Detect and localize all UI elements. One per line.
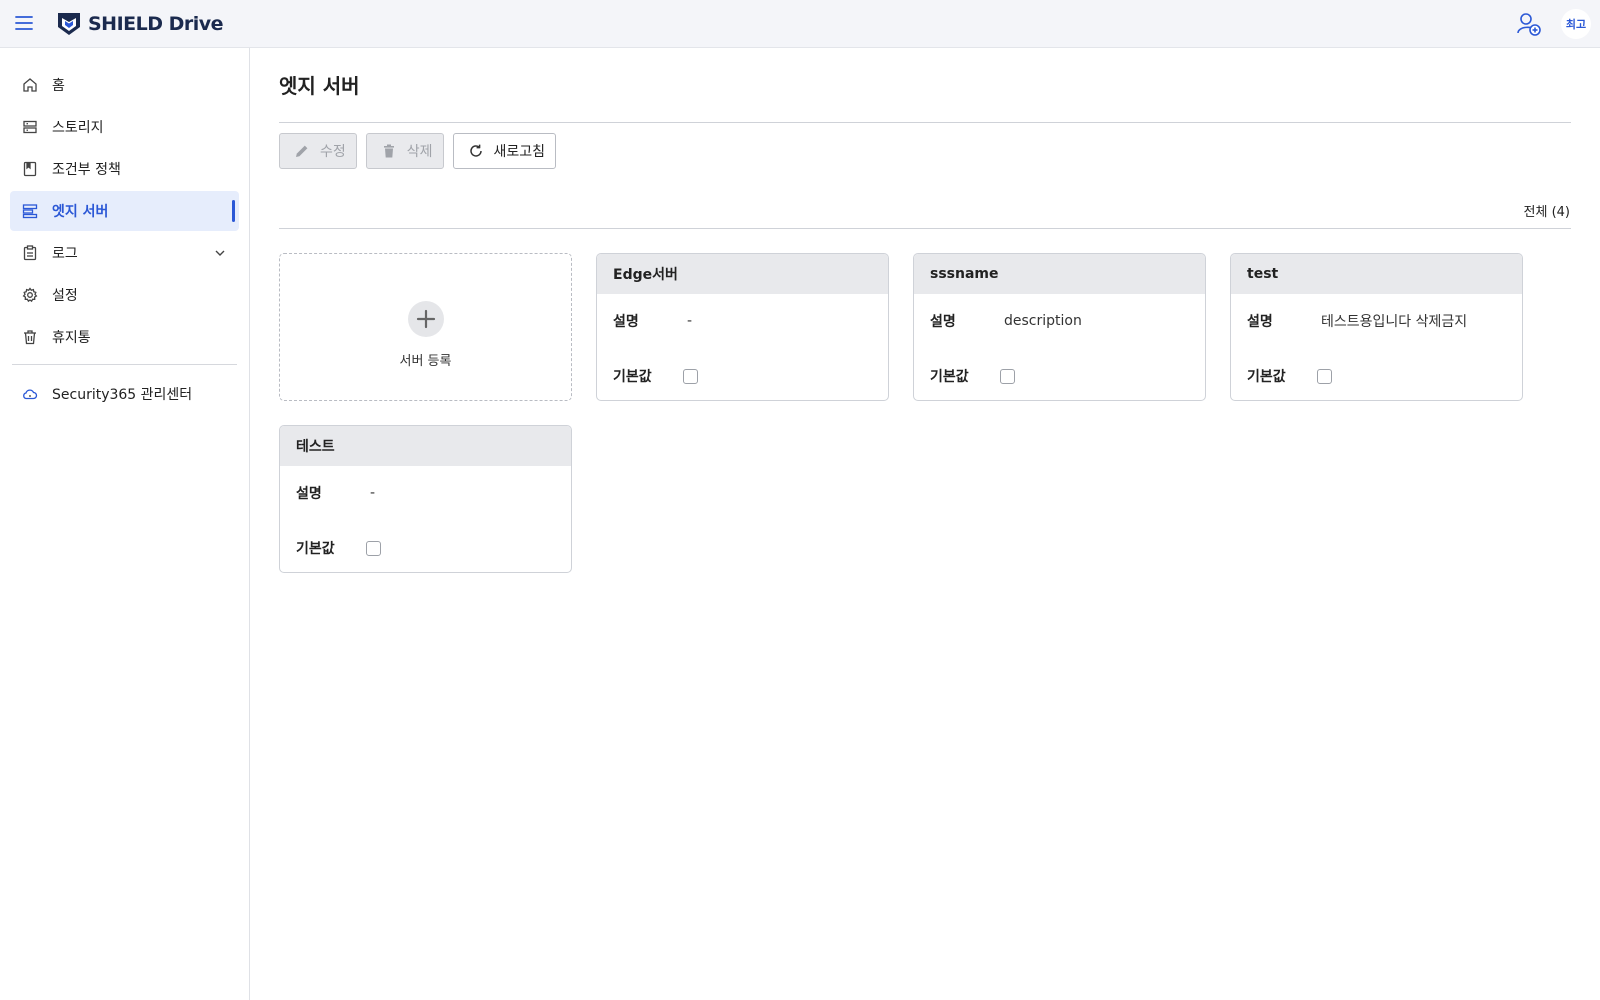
default-label: 기본값 [296, 541, 335, 557]
server-card[interactable]: sssname 설명 description 기본값 [913, 253, 1206, 401]
add-server-label: 서버 등록 [399, 354, 452, 369]
default-row: 기본값 [613, 366, 698, 386]
server-card[interactable]: Edge서버 설명 - 기본값 [596, 253, 889, 401]
sidebar-item-label: 휴지통 [52, 330, 91, 346]
default-label: 기본값 [930, 369, 969, 385]
plus-icon [408, 301, 444, 337]
title-divider [279, 122, 1571, 123]
server-name: sssname [914, 254, 1205, 294]
description-value: description [1004, 313, 1082, 329]
default-checkbox[interactable] [1000, 368, 1015, 384]
sidebar-item-policy[interactable]: 조건부 정책 [10, 149, 239, 189]
brand-logo[interactable]: SHIELD Drive [56, 11, 224, 37]
sidebar-item-trash[interactable]: 휴지통 [10, 317, 239, 357]
total-count: 전체 (4) [1523, 205, 1570, 220]
policy-icon [22, 161, 38, 177]
refresh-icon [468, 143, 484, 159]
description-label: 설명 [930, 314, 956, 330]
description-row: 설명 description [930, 311, 1082, 331]
server-name: test [1231, 254, 1522, 294]
gear-icon [22, 287, 38, 303]
edit-button-label: 수정 [320, 144, 346, 160]
default-row: 기본값 [1247, 366, 1332, 386]
refresh-button[interactable]: 새로고침 [452, 133, 557, 169]
page-title: 엣지 서버 [279, 74, 360, 98]
chevron-down-icon[interactable] [213, 246, 227, 260]
sidebar-item-label: Security365 관리센터 [52, 387, 193, 403]
log-icon [22, 245, 38, 261]
sidebar-item-label: 엣지 서버 [52, 204, 109, 220]
menu-icon[interactable] [14, 13, 34, 33]
sidebar-item-label: 조건부 정책 [52, 162, 121, 178]
delete-button[interactable]: 삭제 [365, 133, 444, 169]
sidebar-item-label: 로그 [52, 246, 78, 262]
storage-icon [22, 119, 38, 135]
list-divider [279, 228, 1571, 229]
toolbar: 수정 삭제 새로고침 [279, 133, 557, 169]
description-label: 설명 [613, 314, 639, 330]
default-row: 기본값 [296, 538, 381, 558]
description-value: - [370, 485, 376, 501]
default-checkbox[interactable] [683, 368, 698, 384]
default-checkbox[interactable] [1317, 368, 1332, 384]
sidebar-item-label: 스토리지 [52, 120, 104, 136]
add-user-icon[interactable] [1516, 11, 1542, 37]
pencil-icon [294, 143, 310, 159]
top-header: SHIELD Drive 최고 [0, 0, 1600, 48]
default-label: 기본값 [613, 369, 652, 385]
sidebar-item-settings[interactable]: 설정 [10, 275, 239, 315]
cloud-icon [22, 386, 38, 402]
trash-icon [381, 143, 397, 159]
server-card[interactable]: test 설명 테스트용입니다 삭제금지 기본값 [1230, 253, 1523, 401]
description-value: - [687, 313, 693, 329]
sidebar-item-log[interactable]: 로그 [10, 233, 239, 273]
sidebar-divider [12, 364, 237, 365]
add-server-card[interactable]: 서버 등록 [279, 253, 572, 401]
default-checkbox[interactable] [366, 540, 381, 556]
trash-icon [22, 329, 38, 345]
description-row: 설명 테스트용입니다 삭제금지 [1247, 311, 1467, 331]
avatar[interactable]: 최고 [1561, 9, 1591, 39]
sidebar-item-label: 설정 [52, 288, 78, 304]
active-indicator [232, 200, 235, 222]
description-label: 설명 [1247, 314, 1273, 330]
sidebar-item-security365[interactable]: Security365 관리센터 [10, 374, 239, 414]
sidebar-item-edge-server[interactable]: 엣지 서버 [10, 191, 239, 231]
description-row: 설명 - [296, 483, 375, 503]
sidebar: 홈 스토리지 조건부 정책 엣지 서버 로그 설정 휴지통 Security36… [0, 48, 250, 1000]
server-icon [22, 203, 38, 219]
description-row: 설명 - [613, 311, 692, 331]
server-name: 테스트 [280, 426, 571, 466]
edit-button[interactable]: 수정 [279, 133, 357, 169]
home-icon [22, 77, 38, 93]
description-value: 테스트용입니다 삭제금지 [1321, 314, 1468, 330]
sidebar-item-storage[interactable]: 스토리지 [10, 107, 239, 147]
shield-logo-icon [58, 13, 80, 35]
description-label: 설명 [296, 486, 322, 502]
server-card[interactable]: 테스트 설명 - 기본값 [279, 425, 572, 573]
sidebar-item-label: 홈 [52, 78, 65, 94]
brand-name: SHIELD Drive [88, 13, 224, 35]
refresh-button-label: 새로고침 [493, 144, 546, 160]
server-name: Edge서버 [597, 254, 888, 294]
default-row: 기본값 [930, 366, 1015, 386]
default-label: 기본값 [1247, 369, 1286, 385]
sidebar-item-home[interactable]: 홈 [10, 65, 239, 105]
delete-button-label: 삭제 [406, 144, 433, 160]
